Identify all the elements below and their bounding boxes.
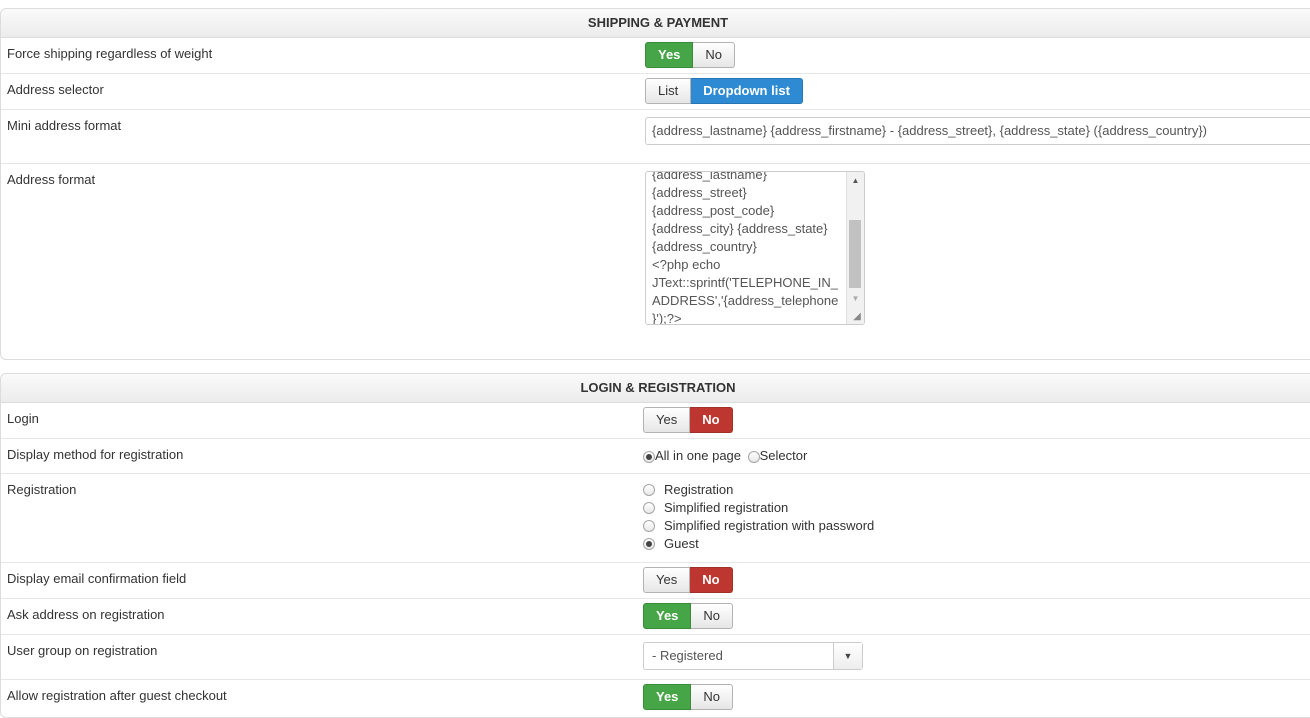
- registration-option[interactable]: Simplified registration with password: [643, 517, 874, 535]
- ask-address-no-button[interactable]: No: [691, 603, 734, 629]
- radio-guest[interactable]: [643, 537, 655, 550]
- address-selector-dropdown-button[interactable]: Dropdown list: [691, 78, 803, 104]
- selector-label: Selector: [759, 448, 808, 463]
- address-format-line: <?php echo: [652, 257, 721, 272]
- address-selector-list-button[interactable]: List: [645, 78, 692, 104]
- force-shipping-yes-button[interactable]: Yes: [645, 42, 694, 68]
- row-allow-after-guest: Allow registration after guest checkout …: [1, 679, 1310, 715]
- ask-address-yes-button[interactable]: Yes: [643, 603, 692, 629]
- user-group-label: User group on registration: [7, 643, 158, 658]
- allow-after-guest-yes-button[interactable]: Yes: [643, 684, 692, 710]
- registration-option-label: Guest: [664, 536, 699, 551]
- allow-after-guest-toggle: Yes No: [643, 684, 734, 710]
- address-format-line: {address_post_code}: [652, 203, 775, 218]
- force-shipping-no-button[interactable]: No: [693, 42, 736, 68]
- all-in-one-page-label: All in one page: [655, 448, 742, 463]
- address-format-line: ADDRESS','{address_telephone: [652, 293, 839, 308]
- panel-header-login: LOGIN & REGISTRATION: [1, 374, 1310, 403]
- row-display-method: Display method for registration All in o…: [1, 438, 1310, 474]
- login-registration-panel: LOGIN & REGISTRATION Login Yes No Displa…: [0, 373, 1310, 718]
- row-registration: Registration Registration Simplified reg…: [1, 473, 1310, 563]
- address-format-lines: {address_lastname} {address_street} {add…: [652, 171, 844, 325]
- row-ask-address: Ask address on registration Yes No: [1, 598, 1310, 635]
- address-selector-label: Address selector: [7, 82, 104, 97]
- address-selector-toggle: List Dropdown list: [645, 78, 803, 104]
- radio-registration[interactable]: [643, 483, 655, 496]
- registration-option[interactable]: Registration: [643, 481, 874, 499]
- login-toggle: Yes No: [643, 407, 733, 433]
- address-format-line: {address_country}: [652, 239, 757, 254]
- email-confirm-label: Display email confirmation field: [7, 571, 187, 586]
- registration-options: Registration Simplified registration Sim…: [643, 481, 874, 553]
- row-user-group: User group on registration - Registered …: [1, 634, 1310, 680]
- registration-option-label: Simplified registration with password: [664, 518, 875, 533]
- address-format-textarea[interactable]: {address_lastname} {address_street} {add…: [645, 171, 865, 325]
- login-yes-button[interactable]: Yes: [643, 407, 691, 433]
- registration-option[interactable]: Guest: [643, 535, 874, 553]
- address-format-line: {address_lastname}: [652, 171, 767, 182]
- email-confirm-yes-button[interactable]: Yes: [643, 567, 691, 593]
- address-format-line: }');?>: [652, 311, 682, 325]
- force-shipping-label: Force shipping regardless of weight: [7, 46, 213, 61]
- panel-header-shipping: SHIPPING & PAYMENT: [1, 9, 1310, 38]
- user-group-value: - Registered: [652, 648, 723, 663]
- row-login: Login Yes No: [1, 402, 1310, 439]
- email-confirm-toggle: Yes No: [643, 567, 733, 593]
- allow-after-guest-no-button[interactable]: No: [691, 684, 734, 710]
- radio-all-in-one-page[interactable]: [643, 450, 655, 463]
- row-force-shipping: Force shipping regardless of weight Yes …: [1, 37, 1310, 74]
- radio-selector[interactable]: [747, 450, 760, 463]
- row-address-selector: Address selector List Dropdown list: [1, 73, 1310, 110]
- shipping-payment-panel: SHIPPING & PAYMENT Force shipping regard…: [0, 8, 1310, 360]
- allow-after-guest-label: Allow registration after guest checkout: [7, 688, 227, 703]
- row-mini-address: Mini address format {address_lastname} {…: [1, 109, 1310, 164]
- registration-label: Registration: [7, 482, 77, 497]
- address-format-line: {address_street}: [652, 185, 747, 200]
- mini-address-label: Mini address format: [7, 118, 122, 133]
- user-group-select[interactable]: - Registered ▼: [643, 642, 863, 670]
- radio-simplified-registration-password[interactable]: [643, 519, 655, 532]
- resize-grip-icon[interactable]: ◢: [851, 311, 863, 323]
- address-format-line: JText::sprintf('TELEPHONE_IN_: [652, 275, 838, 290]
- email-confirm-no-button[interactable]: No: [690, 567, 733, 593]
- textarea-scrollbar[interactable]: ▲ ▼: [846, 172, 864, 324]
- display-method-label: Display method for registration: [7, 447, 184, 462]
- radio-simplified-registration[interactable]: [643, 501, 655, 514]
- registration-option-label: Simplified registration: [664, 500, 789, 515]
- mini-address-input[interactable]: {address_lastname} {address_firstname} -…: [645, 117, 1310, 145]
- ask-address-toggle: Yes No: [643, 603, 734, 629]
- triangle-up-icon[interactable]: ▲: [847, 172, 864, 189]
- registration-option[interactable]: Simplified registration: [643, 499, 874, 517]
- row-email-confirm: Display email confirmation field Yes No: [1, 562, 1310, 599]
- registration-option-label: Registration: [664, 482, 734, 497]
- address-format-label: Address format: [7, 172, 96, 187]
- ask-address-label: Ask address on registration: [7, 607, 165, 622]
- caret-down-icon[interactable]: ▼: [833, 643, 862, 669]
- login-no-button[interactable]: No: [690, 407, 733, 433]
- display-method-radios: All in one page Selector: [643, 448, 807, 463]
- row-address-format: Address format {address_lastname} {addre…: [1, 163, 1310, 359]
- force-shipping-toggle: Yes No: [645, 42, 736, 68]
- address-format-line: {address_city} {address_state}: [652, 221, 828, 236]
- triangle-down-icon[interactable]: ▼: [847, 290, 864, 307]
- login-label: Login: [7, 411, 39, 426]
- scroll-thumb[interactable]: [849, 220, 861, 288]
